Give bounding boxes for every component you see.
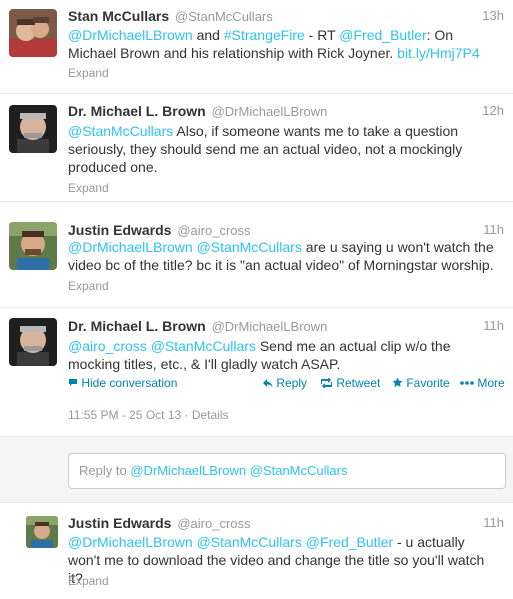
hide-conversation-button[interactable]: Hide conversation: [68, 376, 177, 390]
tweet-actions: Hide conversation Reply Retweet Favorite…: [68, 376, 505, 394]
tweet-username[interactable]: @airo_cross: [177, 516, 250, 531]
tweet-link[interactable]: @DrMichaelLBrown: [68, 27, 193, 43]
tweet-timestamp[interactable]: 11h: [483, 515, 504, 530]
avatar[interactable]: [9, 105, 57, 153]
tweet-username[interactable]: @airo_cross: [177, 223, 250, 238]
tweet-text: @DrMichaelLBrown @StanMcCullars are u sa…: [68, 238, 501, 274]
retweet-icon: [321, 377, 332, 389]
retweet-label: Retweet: [336, 376, 381, 390]
tweet-username[interactable]: @StanMcCullars: [175, 9, 273, 24]
avatar[interactable]: [9, 222, 57, 270]
more-label: More: [477, 376, 505, 390]
tweet-username[interactable]: @DrMichaelLBrown: [212, 104, 328, 119]
tweet-link[interactable]: @StanMcCullars: [197, 239, 302, 255]
tweet-link[interactable]: @DrMichaelLBrown: [68, 534, 193, 550]
tweet-fullname[interactable]: Dr. Michael L. Brown: [68, 318, 206, 334]
favorite-icon: [392, 377, 403, 387]
favorite-label: Favorite: [406, 376, 450, 390]
favorite-button[interactable]: Favorite: [392, 376, 450, 390]
tweet-item[interactable]: Dr. Michael L. Brown @DrMichaelLBrown 12…: [0, 94, 513, 202]
reply-button[interactable]: Reply: [262, 376, 307, 390]
expand-link[interactable]: Expand: [68, 181, 109, 195]
reply-label: Reply: [276, 376, 308, 390]
tweet-link[interactable]: @airo_cross: [68, 338, 147, 354]
tweet-text: @StanMcCullars Also, if someone wants me…: [68, 122, 493, 176]
tweet-link[interactable]: bit.ly/Hmj7P4: [397, 45, 479, 61]
tweet-item[interactable]: Justin Edwards @airo_cross 11h @DrMichae…: [0, 202, 513, 308]
tweet-item-reply[interactable]: Justin Edwards @airo_cross 11h @DrMichae…: [0, 503, 513, 599]
tweet-username[interactable]: @DrMichaelLBrown: [212, 319, 328, 334]
tweet-text: @airo_cross @StanMcCullars Send me an ac…: [68, 337, 473, 373]
tweet-header: Dr. Michael L. Brown @DrMichaelLBrown 12…: [68, 103, 504, 121]
reply-prefix: Reply to: [79, 463, 131, 478]
more-button[interactable]: More: [460, 376, 505, 390]
avatar[interactable]: [26, 516, 58, 548]
reply-icon: [263, 379, 273, 388]
tweet-link[interactable]: @DrMichaelLBrown: [68, 239, 193, 255]
expand-link[interactable]: Expand: [68, 574, 109, 588]
tweet-text-segment: - RT: [304, 27, 340, 43]
tweet-fullname[interactable]: Dr. Michael L. Brown: [68, 103, 206, 119]
tweet-text-segment: and: [192, 27, 224, 43]
tweet-header: Dr. Michael L. Brown @DrMichaelLBrown 11…: [68, 318, 504, 336]
tweet-link[interactable]: @Fred_Butler: [306, 534, 393, 550]
tweet-link[interactable]: #StrangeFire: [224, 27, 305, 43]
tweet-text: @DrMichaelLBrown @StanMcCullars @Fred_Bu…: [68, 533, 493, 587]
tweet-item[interactable]: Stan McCullars @StanMcCullars 13h @DrMic…: [0, 0, 513, 94]
expand-link[interactable]: Expand: [68, 66, 109, 80]
avatar[interactable]: [9, 318, 57, 366]
tweet-link[interactable]: @StanMcCullars: [68, 123, 173, 139]
reply-input[interactable]: Reply to @DrMichaelLBrown @StanMcCullars: [68, 453, 506, 489]
tweet-fullname[interactable]: Justin Edwards: [68, 515, 171, 531]
more-icon: [460, 381, 474, 385]
avatar[interactable]: [9, 9, 57, 57]
tweet-link[interactable]: @StanMcCullars: [197, 534, 302, 550]
tweet-timestamp[interactable]: 12h: [482, 103, 504, 118]
reply-mention: @StanMcCullars: [249, 463, 348, 478]
tweet-timestamp[interactable]: 13h: [482, 8, 504, 23]
tweet-link[interactable]: @Fred_Butler: [339, 27, 426, 43]
tweet-timestamp[interactable]: 11h: [483, 318, 504, 333]
hide-conversation-icon: [69, 379, 77, 386]
reply-mention: @DrMichaelLBrown: [130, 463, 247, 478]
retweet-button[interactable]: Retweet: [320, 376, 380, 390]
tweet-item-expanded[interactable]: Dr. Michael L. Brown @DrMichaelLBrown 11…: [0, 308, 513, 437]
hide-conversation-label: Hide conversation: [81, 376, 178, 390]
tweet-fullname[interactable]: Stan McCullars: [68, 8, 169, 24]
tweet-text: @DrMichaelLBrown and #StrangeFire - RT @…: [68, 26, 493, 62]
tweet-timestamp[interactable]: 11h: [483, 222, 504, 237]
tweet-link[interactable]: @StanMcCullars: [151, 338, 256, 354]
tweet-header: Justin Edwards @airo_cross 11h: [68, 515, 504, 533]
expand-link[interactable]: Expand: [68, 279, 109, 293]
tweet-header: Stan McCullars @StanMcCullars 13h: [68, 8, 504, 26]
tweet-fullname[interactable]: Justin Edwards: [68, 222, 171, 238]
tweet-detail-meta[interactable]: 11:55 PM - 25 Oct 13 · Details: [68, 408, 229, 422]
